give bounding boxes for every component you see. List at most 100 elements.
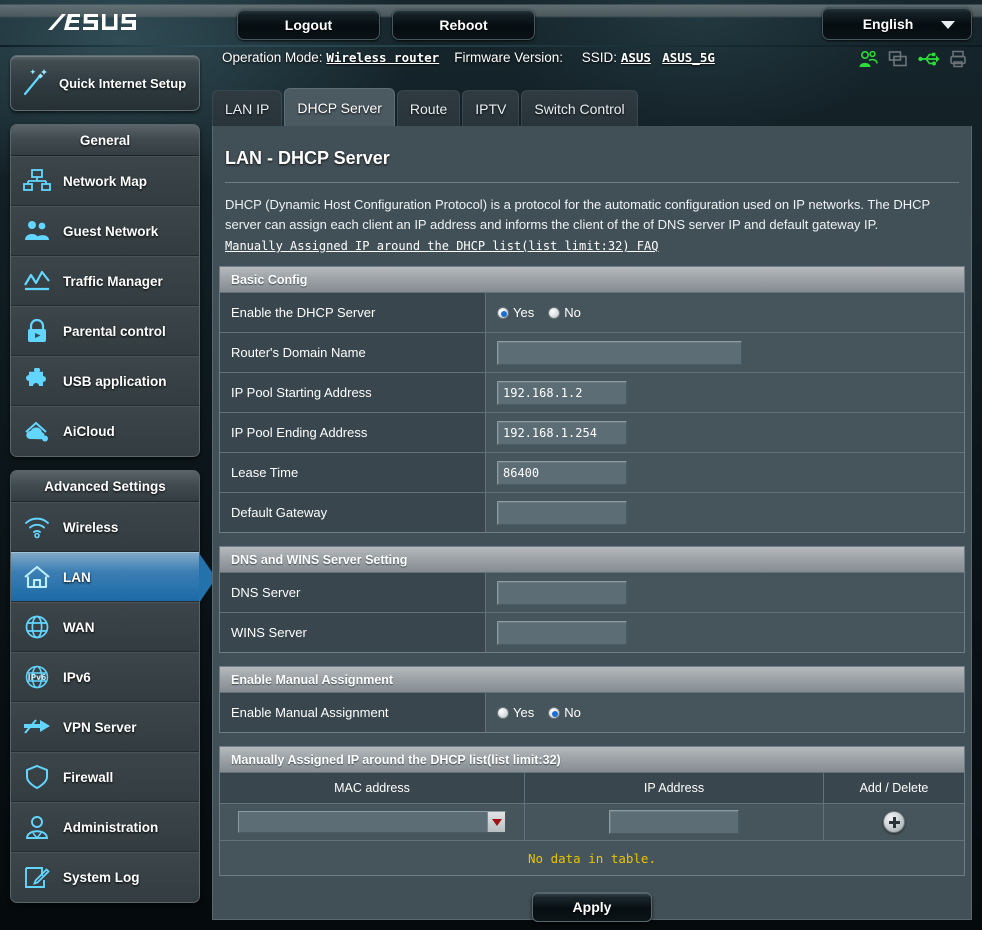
ssid-label: SSID: (581, 50, 618, 65)
sidebar-item-administration[interactable]: Administration (11, 802, 199, 852)
vpn-server-icon (11, 715, 63, 739)
magic-wand-icon (11, 67, 59, 99)
manual-assignment-yes-radio[interactable]: Yes (497, 705, 534, 720)
logout-label: Logout (284, 16, 333, 33)
sidebar-item-label: Traffic Manager (63, 273, 163, 289)
manual-assignment-radio-group: Yes No (497, 705, 590, 720)
lease-time-input[interactable] (497, 460, 627, 485)
reboot-label: Reboot (439, 16, 488, 33)
manual-assignment-no-radio[interactable]: No (548, 705, 581, 720)
radio-indicator (497, 706, 509, 719)
quick-internet-setup-button[interactable]: Quick Internet Setup (10, 55, 200, 111)
row-value (486, 373, 964, 412)
radio-label: Yes (513, 305, 535, 320)
sidebar-item-wan[interactable]: WAN (11, 602, 199, 652)
guest-network-icon (11, 218, 63, 244)
reboot-button[interactable]: Reboot (392, 9, 535, 40)
traffic-manager-icon (11, 268, 63, 294)
enable-dhcp-yes-radio[interactable]: Yes (497, 305, 534, 320)
ip-pool-start-input[interactable] (497, 380, 627, 405)
chevron-down-icon (491, 818, 502, 826)
enable-dhcp-no-radio[interactable]: No (548, 305, 581, 320)
sidebar-item-firewall[interactable]: Firewall (11, 752, 199, 802)
printer-icon[interactable] (950, 50, 966, 68)
sidebar-item-parental-control[interactable]: Parental control (11, 306, 199, 356)
row-label: Enable Manual Assignment (220, 693, 486, 732)
logout-button[interactable]: Logout (237, 9, 380, 40)
sidebar-item-lan[interactable]: LAN (11, 552, 216, 603)
apply-button[interactable]: Apply (532, 892, 652, 922)
mac-address-dropdown[interactable] (238, 811, 506, 833)
basic-config-header: Basic Config (220, 267, 964, 292)
sidebar-item-aicloud[interactable]: AiCloud (11, 406, 199, 456)
default-gateway-input[interactable] (497, 500, 627, 525)
ssid-value-24g[interactable]: ASUS (621, 50, 651, 65)
ipv6-icon: IPv6 (11, 664, 63, 690)
radio-label: Yes (513, 705, 535, 720)
ssid-value-5g[interactable]: ASUS_5G (662, 50, 715, 65)
sidebar-item-system-log[interactable]: System Log (11, 852, 199, 902)
tab-iptv[interactable]: IPTV (462, 90, 520, 126)
ssid-group: SSID: ASUS ASUS_5G (582, 50, 715, 65)
dns-server-input[interactable] (497, 580, 627, 605)
parental-control-icon (11, 318, 63, 344)
router-admin-page: Logout Reboot English Operation Mode: Wi… (0, 0, 982, 930)
row-value (486, 333, 964, 372)
aicloud-icon (11, 419, 63, 445)
sidebar-item-label: AiCloud (63, 424, 115, 439)
sidebar-item-label: Guest Network (63, 223, 159, 239)
dhcp-faq-link[interactable]: Manually Assigned IP around the DHCP lis… (225, 239, 959, 253)
dns-wins-section: DNS and WINS Server Setting DNS Server W… (219, 546, 965, 653)
svg-text:IPv6: IPv6 (28, 673, 46, 682)
assigned-ip-table-section: Manually Assigned IP around the DHCP lis… (219, 746, 965, 876)
language-label: English (862, 15, 914, 32)
column-header-mac-address: MAC address (220, 773, 525, 803)
devices-icon[interactable] (888, 50, 908, 68)
manual-ip-address-input[interactable] (609, 810, 739, 834)
tab-route[interactable]: Route (396, 90, 461, 126)
operation-mode-value[interactable]: Wireless router (326, 50, 439, 65)
sidebar-item-usb-application[interactable]: USB application (11, 356, 199, 406)
page-description: DHCP (Dynamic Host Configuration Protoco… (225, 197, 930, 232)
wins-server-input[interactable] (497, 620, 627, 645)
wireless-icon (11, 515, 63, 539)
row-label: DNS Server (220, 573, 486, 612)
page-title: LAN - DHCP Server (225, 148, 390, 168)
row-domain-name: Router's Domain Name (220, 332, 964, 372)
basic-config-section: Basic Config Enable the DHCP Server Yes … (219, 266, 965, 533)
plus-glyph (888, 816, 900, 828)
sidebar-item-network-map[interactable]: Network Map (11, 156, 199, 206)
sidebar-item-label: LAN (63, 569, 91, 585)
usb-icon[interactable] (918, 50, 940, 68)
tab-dhcp-server[interactable]: DHCP Server (284, 88, 395, 126)
sidebar-item-label: WAN (63, 619, 95, 635)
tab-switch-control[interactable]: Switch Control (521, 90, 638, 126)
language-selector[interactable]: English (822, 7, 972, 40)
top-bar-divider (0, 45, 982, 47)
sidebar-item-ipv6[interactable]: IPv6 IPv6 (11, 652, 199, 702)
plus-circle-icon[interactable] (883, 811, 905, 833)
sidebar-item-guest-network[interactable]: Guest Network (11, 206, 199, 256)
row-label: Enable the DHCP Server (220, 293, 486, 332)
ip-pool-end-input[interactable] (497, 420, 627, 445)
lan-home-icon (11, 564, 63, 590)
sidebar-group-general-title: General (11, 125, 199, 156)
table-empty-message: No data in table. (220, 840, 964, 875)
tab-lan-ip[interactable]: LAN IP (212, 90, 283, 126)
domain-name-input[interactable] (497, 340, 742, 365)
row-label: IP Pool Ending Address (220, 413, 486, 452)
sidebar-item-wireless[interactable]: Wireless (11, 502, 199, 552)
tab-label: Route (409, 100, 448, 117)
dropdown-arrow-box (487, 812, 505, 832)
sidebar-group-advanced: Advanced Settings Wireless LAN WAN IPv6 … (10, 470, 216, 903)
sidebar-item-traffic-manager[interactable]: Traffic Manager (11, 256, 199, 306)
assigned-ip-table-header: Manually Assigned IP around the DHCP lis… (220, 747, 964, 772)
row-default-gateway: Default Gateway (220, 492, 964, 532)
sidebar-item-vpn-server[interactable]: VPN Server (11, 702, 199, 752)
users-icon[interactable] (858, 50, 878, 68)
tab-label: DHCP Server (297, 99, 382, 116)
apply-label: Apply (572, 899, 612, 915)
row-label: Lease Time (220, 453, 486, 492)
asus-logo[interactable] (46, 8, 166, 38)
table-header-row: MAC address IP Address Add / Delete (220, 772, 964, 803)
